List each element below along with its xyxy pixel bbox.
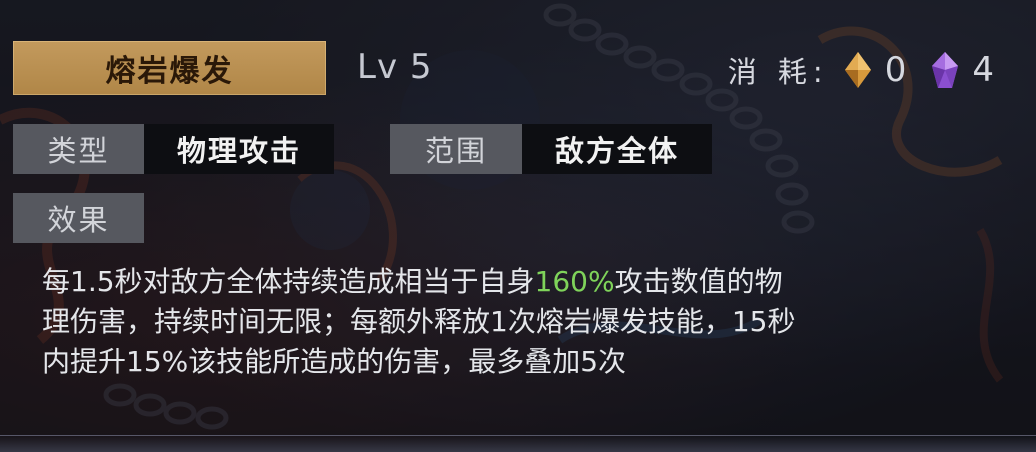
skill-level: Lv 5 xyxy=(357,47,433,87)
orange-diamond-gem-icon xyxy=(843,50,873,90)
cost-label: 消 耗: xyxy=(727,55,829,89)
skill-name: 熔岩爆发 xyxy=(105,54,234,89)
cost-value-orange: 0 xyxy=(884,50,907,90)
description-line-3: 内提升15%该技能所造成的伤害，最多叠加5次 xyxy=(42,345,627,378)
damage-percent-highlight: 160% xyxy=(534,265,615,298)
type-value: 物理攻击 xyxy=(144,124,334,174)
range-value: 敌方全体 xyxy=(522,124,712,174)
effect-label: 效果 xyxy=(13,193,144,243)
range-label: 范围 xyxy=(390,124,522,174)
description-line-2: 理伤害，持续时间无限；每额外释放1次熔岩爆发技能，15秒 xyxy=(42,305,796,338)
purple-crystal-gem-icon xyxy=(930,50,960,90)
skill-detail-panel: 熔岩爆发 Lv 5 消 耗: 0 4 类型 物理攻击 范围 敌方全体 效果 每1… xyxy=(0,0,1036,452)
skill-description: 每1.5秒对敌方全体持续造成相当于自身160%攻击数值的物 理伤害，持续时间无限… xyxy=(42,262,1002,382)
bottom-edge-bar xyxy=(0,435,1036,452)
skill-name-plate: 熔岩爆发 xyxy=(13,41,326,95)
cost-group: 消 耗: 0 4 xyxy=(728,46,994,94)
description-line-1: 每1.5秒对敌方全体持续造成相当于自身160%攻击数值的物 xyxy=(42,265,783,298)
type-label: 类型 xyxy=(13,124,144,174)
cost-value-purple: 4 xyxy=(972,50,994,90)
